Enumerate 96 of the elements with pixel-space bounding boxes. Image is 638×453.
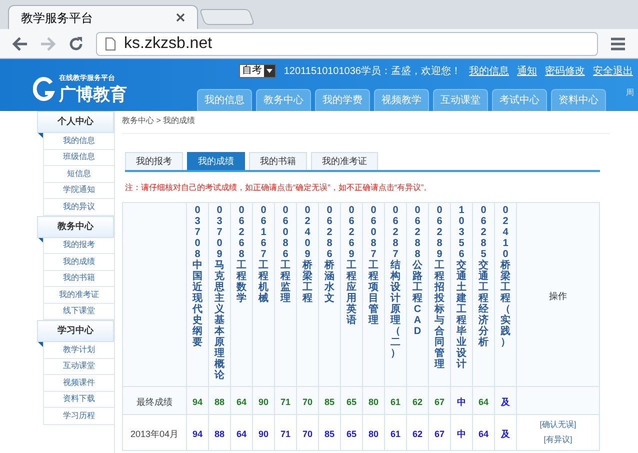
address-bar[interactable]: ks.zkzsb.net xyxy=(96,32,598,56)
header-link[interactable]: 安全退出 xyxy=(593,64,633,78)
sidebar-link[interactable]: 我的准考证 xyxy=(59,288,99,301)
url-text: ks.zkzsb.net xyxy=(124,34,212,54)
page-icon xyxy=(105,36,116,50)
action-link[interactable]: [有异议] xyxy=(544,434,572,446)
reload-icon[interactable] xyxy=(68,36,84,52)
sidebar-link[interactable]: 我的异议 xyxy=(63,200,95,213)
score-text: 62 xyxy=(412,428,422,438)
header-text: 周 xyxy=(626,87,634,99)
sidebar-heading: 个人中心 xyxy=(37,111,114,133)
sidebar-link[interactable]: 我的成绩 xyxy=(63,256,95,268)
column-header: 03708中国近现代史纲要 xyxy=(192,205,202,348)
sidebar-heading: 教务中心 xyxy=(37,216,114,238)
score-text: 80 xyxy=(368,428,378,438)
back-icon[interactable] xyxy=(12,36,28,50)
sidebar-link[interactable]: 资料下载 xyxy=(63,393,95,406)
score-text: 64 xyxy=(478,428,488,438)
sidebar-link[interactable]: 我的报考 xyxy=(63,239,95,252)
sidebar-link[interactable]: 学院通知 xyxy=(63,184,95,196)
column-header: 06287结构设计原理（二） xyxy=(390,205,400,359)
logo-name: 广博教育 xyxy=(59,84,127,105)
breadcrumb: 教务中心 > 我的成绩 xyxy=(122,115,610,134)
score-text: 64 xyxy=(236,428,246,438)
column-header: 06167工程机械 xyxy=(258,205,268,304)
column-header: 06086工程监理 xyxy=(280,205,290,304)
browser-tab[interactable]: 教学服务平台 xyxy=(8,5,198,29)
row-label: 2013年04月 xyxy=(130,428,179,438)
close-icon[interactable] xyxy=(176,13,185,22)
row-label: 最终成绩 xyxy=(136,396,172,406)
score-text: 88 xyxy=(214,428,224,438)
score-text: 61 xyxy=(390,396,400,406)
score-text: 71 xyxy=(280,428,290,438)
column-header: 06268工程数学 xyxy=(236,205,246,304)
notice-text: 注：请仔细核对自己的考试成绩，如正确请点击“确定无误”，如不正确请点击“有异议”。 xyxy=(125,182,433,194)
column-header: 06288公路工程CAD xyxy=(412,205,422,337)
corner-icon xyxy=(38,133,43,138)
score-text: 70 xyxy=(302,428,312,438)
score-text: 中 xyxy=(457,428,466,438)
column-header: 06269工程应用英语 xyxy=(346,205,356,326)
column-header: 操作 xyxy=(549,290,567,300)
score-text: 67 xyxy=(434,396,444,406)
sidebar-link[interactable]: 互动课堂 xyxy=(63,360,95,372)
score-text: 62 xyxy=(412,396,422,406)
score-text: 及 xyxy=(501,396,510,406)
column-header: 02409桥梁工程 xyxy=(302,205,312,304)
corner-icon xyxy=(38,342,43,347)
tab-title: 教学服务平台 xyxy=(21,10,93,26)
column-header: 06286桥涵水文 xyxy=(324,205,334,304)
score-text: 85 xyxy=(324,428,334,438)
column-header: 10356交通土建工程毕业设计 xyxy=(456,205,466,370)
menu-icon[interactable] xyxy=(610,36,626,50)
column-header: 02410桥梁工程（实践） xyxy=(500,205,510,348)
score-text: 90 xyxy=(258,396,268,406)
score-text: 64 xyxy=(236,396,246,406)
score-text: 65 xyxy=(346,396,356,406)
header-link[interactable]: 通知 xyxy=(517,64,537,78)
sidebar-link[interactable]: 短信息 xyxy=(67,168,91,180)
sidebar-link[interactable]: 我的信息 xyxy=(63,134,95,147)
score-text: 80 xyxy=(368,396,378,406)
score-text: 88 xyxy=(214,396,224,406)
score-text: 65 xyxy=(346,428,356,438)
tab[interactable]: 我的报考 xyxy=(125,152,183,170)
sidebar-link[interactable]: 线下课堂 xyxy=(63,305,95,318)
score-text: 94 xyxy=(192,428,202,438)
dropdown-icon xyxy=(264,65,275,77)
sidebar-link[interactable]: 视频课件 xyxy=(63,376,95,389)
tab[interactable]: 我的准考证 xyxy=(311,152,378,170)
score-text: 85 xyxy=(324,396,334,406)
sidebar-link[interactable]: 班级信息 xyxy=(63,151,95,164)
score-text: 及 xyxy=(501,428,510,438)
column-header: 06285交通工程经济分析 xyxy=(478,205,488,348)
score-text: 中 xyxy=(457,396,466,406)
column-header: 06289工程招投标与合同管理 xyxy=(434,205,444,370)
header-link[interactable]: 我的信息 xyxy=(469,64,509,78)
corner-icon xyxy=(38,238,43,242)
sidebar-link[interactable]: 学习历程 xyxy=(63,410,95,422)
score-text: 61 xyxy=(390,428,400,438)
logo-letter-icon xyxy=(33,76,55,104)
sidebar-link[interactable]: 教学计划 xyxy=(63,344,95,356)
score-text: 64 xyxy=(478,396,488,406)
score-text: 90 xyxy=(258,428,268,438)
score-text: 94 xyxy=(192,396,202,406)
exam-type-select[interactable]: 自考 xyxy=(238,64,276,78)
column-header: 03709马克思主义基本原理概论 xyxy=(214,205,224,381)
sidebar-link[interactable]: 我的书籍 xyxy=(63,272,95,284)
sidebar-heading: 学习中心 xyxy=(37,320,114,342)
score-text: 71 xyxy=(280,396,290,406)
welcome-text: 12011510101036学员：孟盛，欢迎您！ xyxy=(284,64,461,78)
column-header: 06087工程项目管理 xyxy=(368,205,378,326)
tab[interactable]: 我的书籍 xyxy=(249,152,307,170)
score-text: 67 xyxy=(434,428,444,438)
score-text: 70 xyxy=(302,396,312,406)
action-link[interactable]: [确认无误] xyxy=(540,419,576,431)
tab[interactable]: 我的成绩 xyxy=(187,152,245,170)
header-link[interactable]: 密码修改 xyxy=(545,64,585,78)
